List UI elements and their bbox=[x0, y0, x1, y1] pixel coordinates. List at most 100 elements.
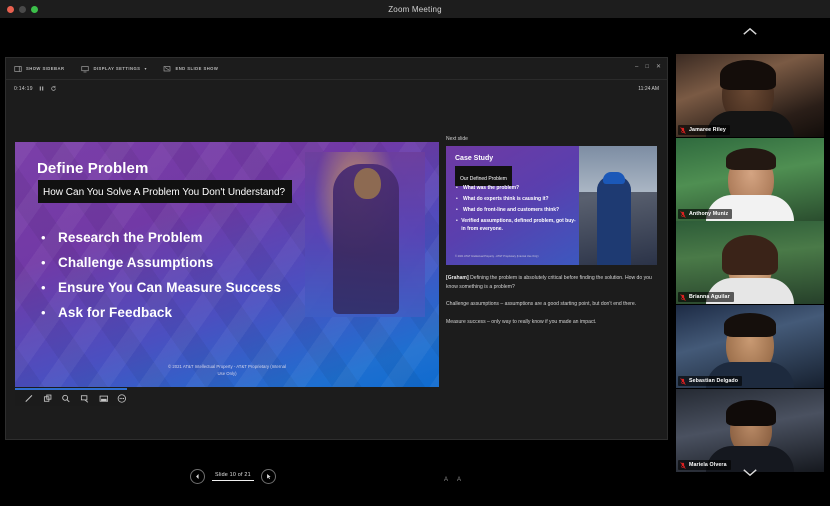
bullet-text: Ensure You Can Measure Success bbox=[58, 280, 281, 295]
next-slide-bullet-item: • What was the problem? bbox=[456, 184, 578, 192]
next-slide-subtitle: Our Defined Problem bbox=[460, 176, 507, 182]
annotation-toolbar[interactable] bbox=[15, 388, 127, 406]
slide-subtitle-highlight: How Can You Solve A Problem You Don't Un… bbox=[38, 180, 292, 203]
prev-arrow-icon bbox=[194, 473, 201, 480]
zoom-out-icon[interactable]: A bbox=[444, 477, 448, 483]
participant-name: Jamaree Riley bbox=[689, 127, 726, 133]
sidebar-icon bbox=[14, 65, 22, 73]
mic-muted-icon bbox=[680, 127, 686, 134]
next-slide-subtitle-highlight: Our Defined Problem bbox=[455, 166, 512, 186]
next-slide-label: Next slide bbox=[446, 136, 468, 142]
zoom-meeting-window: Zoom Meeting SHOW SIDEBAR DISPLAY SETTIN… bbox=[0, 0, 830, 506]
pen-icon[interactable] bbox=[24, 393, 34, 404]
participant-hair bbox=[720, 60, 776, 90]
slide-bullet-list: • Research the Problem • Challenge Assum… bbox=[41, 230, 281, 330]
mic-muted-icon bbox=[680, 211, 686, 218]
current-slide[interactable]: Define Problem How Can You Solve A Probl… bbox=[15, 142, 439, 387]
title-bar: Zoom Meeting bbox=[0, 0, 830, 18]
next-slide-bullet-list: • What was the problem? • What do expert… bbox=[456, 184, 578, 236]
participant-name: Anthony Muniz bbox=[689, 211, 728, 217]
display-settings-button[interactable]: DISPLAY SETTINGS ▾ bbox=[81, 65, 146, 73]
photo-cap bbox=[603, 172, 625, 184]
screen-share-window: SHOW SIDEBAR DISPLAY SETTINGS ▾ END SLID… bbox=[5, 57, 668, 440]
participant-name-tag: Brianna Aguilar bbox=[678, 292, 734, 302]
presenter-notes[interactable]: [Graham] Defining the problem is absolut… bbox=[446, 274, 660, 335]
more-options-icon[interactable] bbox=[117, 393, 127, 404]
slide-counter: Slide 10 of 21 bbox=[212, 472, 254, 481]
participant-name-tag: Jamaree Riley bbox=[678, 125, 730, 135]
zoom-in-icon[interactable]: A bbox=[457, 477, 461, 483]
participant-name-tag: Sebastian Delgado bbox=[678, 376, 742, 386]
share-toolbar: SHOW SIDEBAR DISPLAY SETTINGS ▾ END SLID… bbox=[6, 58, 667, 80]
share-maximize-button[interactable]: □ bbox=[645, 64, 649, 70]
next-slide-bullet-item: • Verified assumptions, defined problem,… bbox=[456, 217, 578, 233]
participant-hair bbox=[724, 313, 776, 337]
slide-bullet-item: • Ensure You Can Measure Success bbox=[41, 280, 281, 295]
bullet-marker: • bbox=[456, 184, 463, 192]
participant-name-tag: Anthony Muniz bbox=[678, 209, 732, 219]
show-sidebar-button[interactable]: SHOW SIDEBAR bbox=[14, 65, 64, 73]
next-slide-button[interactable] bbox=[261, 469, 276, 484]
display-settings-icon bbox=[81, 65, 89, 73]
participant-tile[interactable]: Jamaree Riley bbox=[676, 54, 824, 137]
note-paragraph: Challenge assumptions – assumptions are … bbox=[446, 300, 660, 309]
slide-navigation[interactable]: Slide 10 of 21 bbox=[190, 469, 276, 484]
end-slide-show-button[interactable]: END SLIDE SHOW bbox=[163, 65, 218, 73]
mic-muted-icon bbox=[680, 294, 686, 301]
bullet-text: Verified assumptions, defined problem, g… bbox=[461, 217, 578, 233]
slide-subtitle: How Can You Solve A Problem You Don't Un… bbox=[43, 187, 285, 198]
photo-person bbox=[597, 176, 631, 265]
participant-name: Brianna Aguilar bbox=[689, 294, 730, 300]
bullet-marker: • bbox=[41, 280, 58, 295]
bullet-marker: • bbox=[41, 255, 58, 270]
pause-icon[interactable] bbox=[38, 85, 45, 92]
next-slide-preview[interactable]: Case Study Our Defined Problem • What wa… bbox=[446, 146, 657, 265]
notes-zoom-controls[interactable]: A A bbox=[444, 477, 461, 483]
participant-name: Sebastian Delgado bbox=[689, 378, 738, 384]
previous-slide-button[interactable] bbox=[190, 469, 205, 484]
restart-icon[interactable] bbox=[50, 85, 57, 92]
participant-tile[interactable]: Mariela Olvera bbox=[676, 389, 824, 472]
presentation-timer: 0:14:19 bbox=[14, 86, 33, 92]
note-paragraph: [Graham] Defining the problem is absolut… bbox=[446, 274, 660, 291]
participant-strip: Jamaree Riley BGC CapitalOne KPMG AT&T bbox=[676, 18, 824, 506]
next-slide-bullet-item: • What do experts think is causing it? bbox=[456, 195, 578, 203]
scroll-down-button[interactable] bbox=[676, 461, 824, 483]
bullet-text: What do experts think is causing it? bbox=[463, 195, 549, 203]
bullet-text: What do front-line and customers think? bbox=[463, 206, 559, 214]
bullet-marker: • bbox=[41, 230, 58, 245]
stamp-icon[interactable] bbox=[43, 393, 53, 404]
participant-tile[interactable]: Anthony Muniz bbox=[676, 138, 824, 221]
chevron-up-icon bbox=[742, 27, 758, 36]
next-slide-title: Case Study bbox=[455, 155, 493, 162]
bullet-marker: • bbox=[456, 195, 463, 203]
show-sidebar-label: SHOW SIDEBAR bbox=[26, 66, 64, 71]
display-settings-label: DISPLAY SETTINGS bbox=[93, 66, 140, 71]
laser-pointer-icon[interactable] bbox=[80, 393, 90, 404]
participant-hair bbox=[726, 400, 776, 426]
scroll-up-button[interactable] bbox=[676, 20, 824, 42]
presentation-meta-row: 0:14:19 11:24 AM bbox=[6, 80, 667, 97]
cursor-arrow-icon bbox=[265, 473, 272, 480]
participant-hair bbox=[726, 148, 776, 170]
bullet-text: What was the problem? bbox=[463, 184, 519, 192]
bullet-marker: • bbox=[41, 305, 58, 320]
note-text: Defining the problem is absolutely criti… bbox=[446, 275, 652, 290]
slide-copyright: © 2021 AT&T Intellectual Property - AT&T… bbox=[15, 363, 439, 377]
share-window-controls[interactable]: – □ ✕ bbox=[635, 64, 661, 70]
slide-figure-head bbox=[354, 168, 381, 199]
magnifier-icon[interactable] bbox=[61, 393, 71, 404]
participant-tile[interactable]: Brianna Aguilar bbox=[676, 221, 824, 304]
share-minimize-button[interactable]: – bbox=[635, 64, 638, 70]
next-slide-photo bbox=[579, 146, 657, 265]
participant-tile[interactable]: Sebastian Delgado bbox=[676, 305, 824, 388]
note-paragraph: Measure success – only way to really kno… bbox=[446, 318, 660, 327]
participant-hair bbox=[722, 235, 778, 275]
whiteboard-icon[interactable] bbox=[99, 393, 109, 404]
note-speaker: [Graham] bbox=[446, 275, 469, 281]
share-close-button[interactable]: ✕ bbox=[656, 64, 661, 70]
slide-bullet-item: • Research the Problem bbox=[41, 230, 281, 245]
next-slide-bullet-item: • What do front-line and customers think… bbox=[456, 206, 578, 214]
slide-bullet-item: • Ask for Feedback bbox=[41, 305, 281, 320]
slide-copyright-line1: © 2021 AT&T Intellectual Property - AT&T… bbox=[15, 363, 439, 370]
